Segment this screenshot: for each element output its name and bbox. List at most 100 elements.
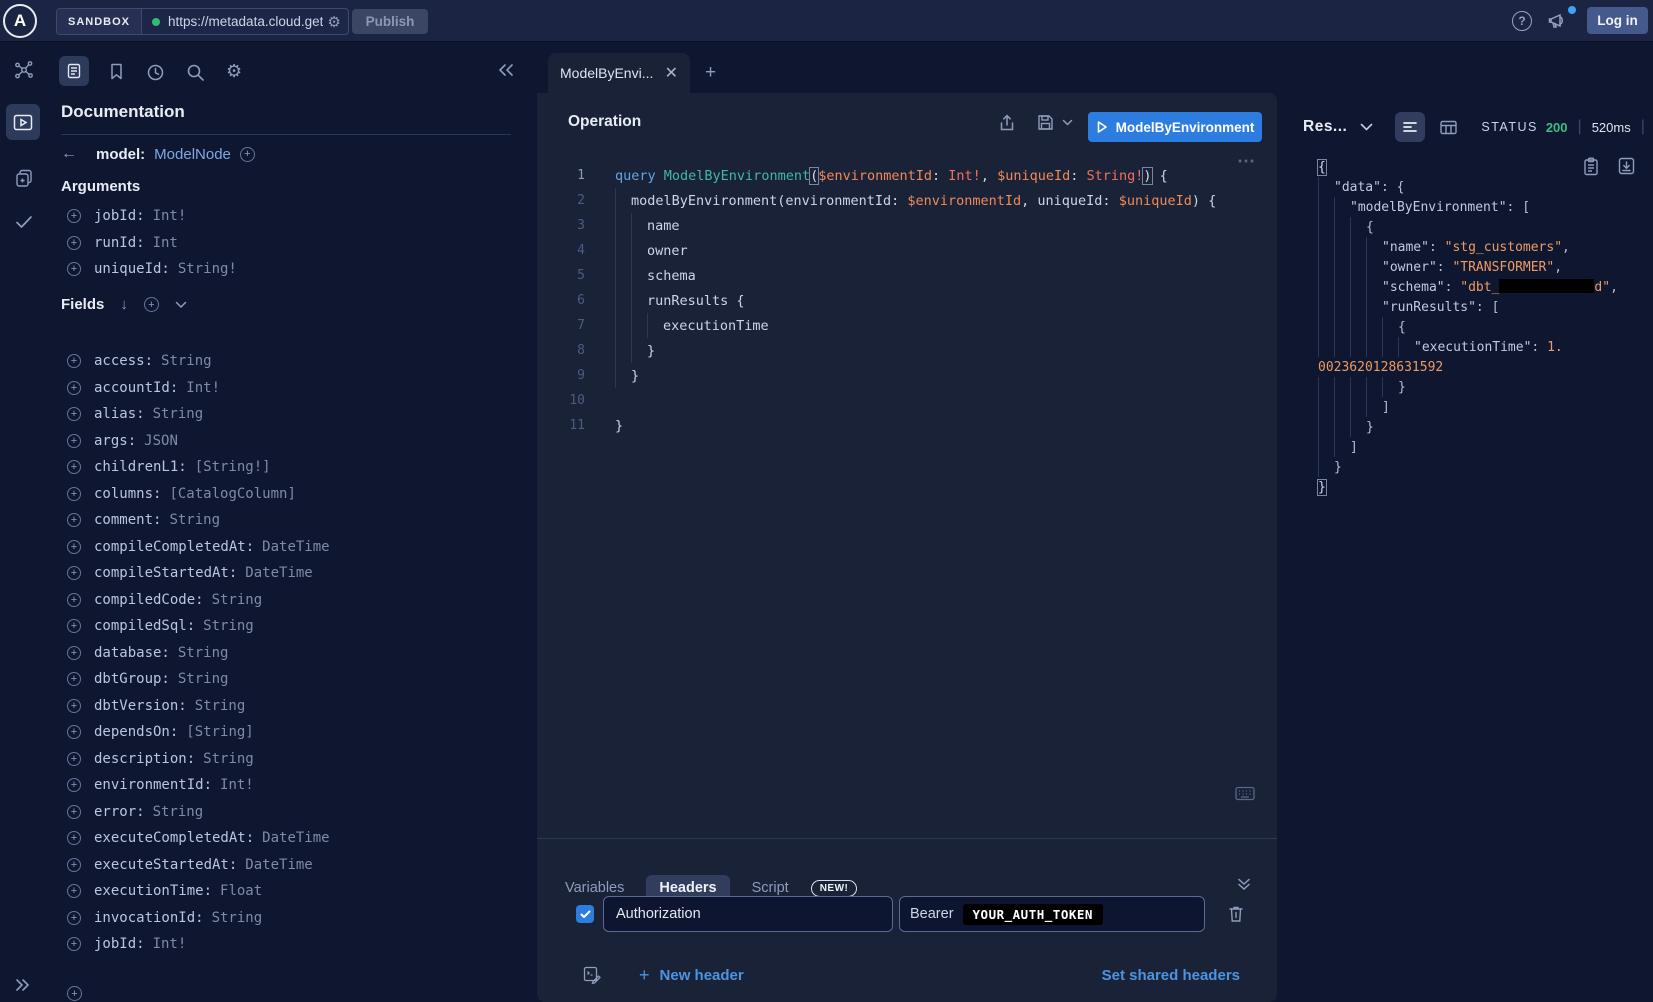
operation-tab[interactable]: ModelByEnvi... ✕ bbox=[548, 53, 690, 93]
field-row[interactable]: + invocationId: String bbox=[61, 905, 527, 932]
field-type[interactable]: String! bbox=[178, 261, 237, 277]
publish-button[interactable]: Publish bbox=[352, 9, 428, 34]
field-name[interactable]: dbtVersion: bbox=[94, 698, 187, 714]
json-line[interactable]: } bbox=[1290, 477, 1653, 497]
json-line[interactable]: "name": "stg_customers", bbox=[1290, 237, 1653, 257]
field-type[interactable]: Int! bbox=[153, 208, 187, 224]
field-row[interactable]: +dependsOn:[String] bbox=[61, 719, 527, 746]
checks-icon[interactable] bbox=[14, 214, 34, 230]
add-to-operation-icon[interactable]: + bbox=[67, 752, 81, 766]
endpoint-bar[interactable]: SANDBOX https://metadata.cloud.get ⚙ bbox=[56, 8, 349, 35]
bookmarks-icon[interactable] bbox=[109, 63, 124, 80]
field-row[interactable]: + jobId: Int! bbox=[61, 931, 527, 958]
settings-gear-icon[interactable]: ⚙ bbox=[226, 61, 242, 82]
field-row[interactable]: +columns:[CatalogColumn] bbox=[61, 481, 527, 508]
json-line[interactable]: "schema": "dbt_d", bbox=[1290, 277, 1653, 297]
json-line[interactable]: "runResults": [ bbox=[1290, 297, 1653, 317]
code-line[interactable]: 9} bbox=[537, 363, 1271, 388]
field-row[interactable]: +executeStartedAt:DateTime bbox=[61, 852, 527, 879]
add-to-operation-icon[interactable]: + bbox=[67, 725, 81, 739]
json-line[interactable]: "owner": "TRANSFORMER", bbox=[1290, 257, 1653, 277]
field-type[interactable]: Int! bbox=[220, 777, 254, 793]
add-to-operation-icon[interactable]: + bbox=[67, 672, 81, 686]
field-name[interactable]: jobId: bbox=[94, 208, 145, 224]
json-line[interactable]: 0023620128631592 bbox=[1290, 357, 1653, 377]
field-row[interactable]: +dbtGroup:String bbox=[61, 666, 527, 693]
collections-icon[interactable] bbox=[14, 168, 34, 188]
add-to-operation-icon[interactable]: + bbox=[67, 236, 81, 250]
add-to-operation-icon[interactable]: + bbox=[67, 540, 81, 554]
code-line[interactable]: 5schema bbox=[537, 263, 1271, 288]
field-name[interactable]: uniqueId: bbox=[94, 261, 170, 277]
add-to-operation-icon[interactable]: + bbox=[67, 381, 81, 395]
field-row[interactable]: + compiledSql: String bbox=[61, 613, 527, 640]
field-type[interactable]: String bbox=[153, 804, 204, 820]
field-type[interactable]: String bbox=[203, 751, 254, 767]
field-row[interactable]: +args:JSON bbox=[61, 428, 527, 455]
field-row[interactable]: +database:String bbox=[61, 640, 527, 667]
field-name[interactable]: runId: bbox=[94, 235, 145, 251]
json-line[interactable]: { bbox=[1290, 317, 1653, 337]
table-view-toggle[interactable] bbox=[1440, 120, 1457, 135]
field-row[interactable]: +description:String bbox=[61, 746, 527, 773]
header-key-input[interactable] bbox=[603, 896, 893, 932]
field-name[interactable]: executionTime: bbox=[94, 883, 212, 899]
field-row[interactable]: +environmentId:Int! bbox=[61, 772, 527, 799]
field-name[interactable]: executeStartedAt: bbox=[94, 857, 237, 873]
code-line[interactable]: 8} bbox=[537, 338, 1271, 363]
add-to-operation-icon[interactable]: + bbox=[67, 778, 81, 792]
field-name[interactable]: compileStartedAt: bbox=[94, 565, 237, 581]
field-type[interactable]: String bbox=[178, 671, 229, 687]
field-row[interactable]: +compiledCode:String bbox=[61, 587, 527, 614]
field-row[interactable]: +accountId:Int! bbox=[61, 375, 527, 402]
field-type[interactable]: DateTime bbox=[262, 539, 329, 555]
field-row[interactable]: +executeCompletedAt:DateTime bbox=[61, 825, 527, 852]
field-type[interactable]: Int! bbox=[153, 936, 187, 952]
field-type[interactable]: String bbox=[212, 910, 263, 926]
tab-script[interactable]: Script bbox=[752, 880, 789, 896]
code-line[interactable]: 11} bbox=[537, 413, 1271, 438]
json-line[interactable]: "executionTime": 1. bbox=[1290, 337, 1653, 357]
add-to-operation-icon[interactable]: + bbox=[67, 407, 81, 421]
field-name[interactable]: args: bbox=[94, 433, 136, 449]
explorer-tool-active[interactable] bbox=[6, 104, 40, 140]
field-name[interactable]: compileCompletedAt: bbox=[94, 539, 254, 555]
field-name[interactable]: childrenL1: bbox=[94, 459, 187, 475]
add-to-operation-icon[interactable]: + bbox=[67, 911, 81, 925]
add-to-operation-icon[interactable]: + bbox=[67, 699, 81, 713]
json-line[interactable]: } bbox=[1290, 457, 1653, 477]
code-line[interactable]: 6runResults { bbox=[537, 288, 1271, 313]
add-to-operation-icon[interactable]: + bbox=[67, 262, 81, 276]
field-name[interactable]: jobId: bbox=[94, 936, 145, 952]
field-name[interactable]: invocationId: bbox=[94, 910, 204, 926]
add-to-operation-icon[interactable]: + bbox=[67, 593, 81, 607]
field-type[interactable]: String bbox=[203, 618, 254, 634]
field-name[interactable]: compiledCode: bbox=[94, 592, 204, 608]
code-line[interactable]: 3name bbox=[537, 213, 1271, 238]
field-name[interactable]: dependsOn: bbox=[94, 724, 178, 740]
set-shared-headers-link[interactable]: Set shared headers bbox=[1102, 967, 1240, 984]
field-row[interactable]: +comment:String bbox=[61, 507, 527, 534]
field-type[interactable]: DateTime bbox=[262, 830, 329, 846]
field-type[interactable]: JSON bbox=[144, 433, 178, 449]
json-line[interactable]: ] bbox=[1290, 397, 1653, 417]
add-to-operation-icon[interactable]: + bbox=[67, 487, 81, 501]
field-type[interactable]: String bbox=[153, 406, 204, 422]
add-to-operation-icon[interactable]: + bbox=[67, 619, 81, 633]
field-name[interactable]: compiledSql: bbox=[94, 618, 195, 634]
field-type[interactable]: [CatalogColumn] bbox=[169, 486, 295, 502]
field-row[interactable]: + compileCompletedAt: DateTime bbox=[61, 534, 527, 561]
add-to-operation-icon[interactable]: + bbox=[67, 937, 81, 951]
share-operation-icon[interactable] bbox=[999, 114, 1015, 132]
add-to-operation-icon[interactable]: + bbox=[67, 646, 81, 660]
login-button[interactable]: Log in bbox=[1587, 7, 1648, 34]
raw-view-toggle-active[interactable] bbox=[1395, 112, 1425, 142]
collapse-panel-icon[interactable] bbox=[498, 63, 514, 77]
run-operation-button[interactable]: ModelByEnvironment bbox=[1088, 112, 1262, 142]
history-icon[interactable] bbox=[146, 63, 165, 82]
add-to-operation-icon[interactable]: + bbox=[67, 858, 81, 872]
schema-graph-icon[interactable] bbox=[14, 60, 34, 80]
field-name[interactable]: comment: bbox=[94, 512, 161, 528]
add-all-fields-icon[interactable]: + bbox=[144, 297, 159, 312]
add-to-operation-icon[interactable]: + bbox=[67, 513, 81, 527]
